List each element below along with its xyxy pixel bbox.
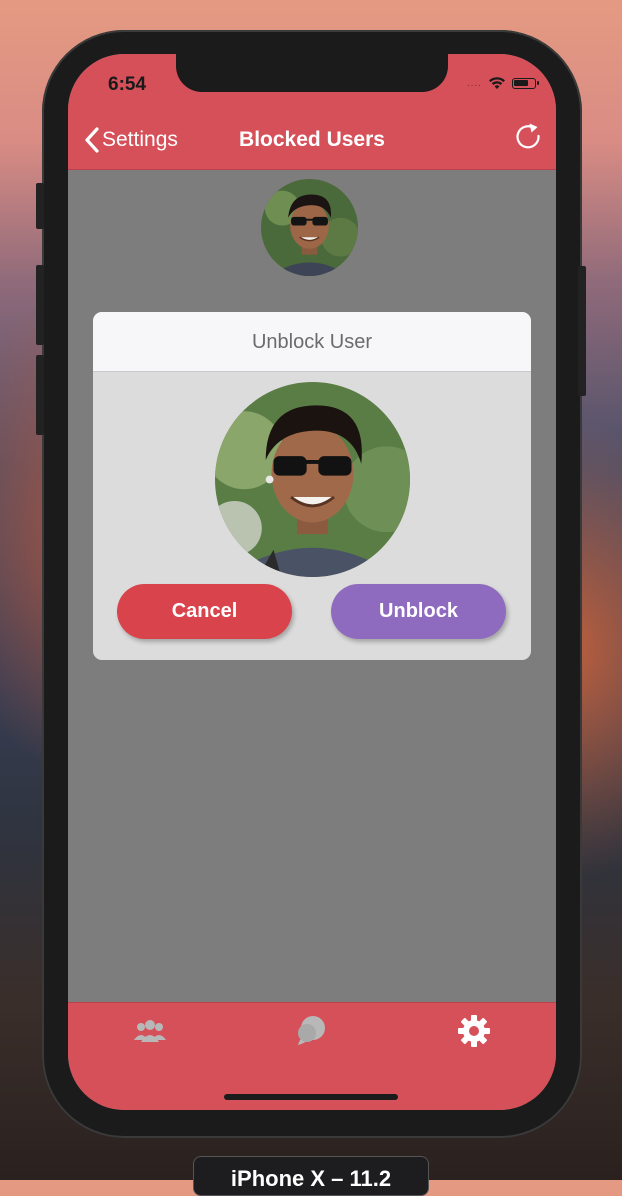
page-title: Blocked Users <box>239 128 385 151</box>
mute-switch <box>36 183 44 229</box>
dialog-title: Unblock User <box>93 312 531 372</box>
volume-down-button <box>36 355 44 435</box>
notch <box>176 54 448 92</box>
unblock-user-dialog: Unblock User Cancel Unblock <box>93 312 531 660</box>
home-indicator[interactable] <box>224 1094 398 1100</box>
app-screen: 6:54 .... Settings Blocked Users Unblock… <box>68 54 556 1110</box>
unblock-button[interactable]: Unblock <box>331 584 506 639</box>
refresh-icon[interactable] <box>512 120 544 152</box>
tab-settings[interactable] <box>452 1011 496 1051</box>
blocked-user-avatar[interactable] <box>261 179 358 276</box>
wifi-icon <box>489 77 505 89</box>
status-icons: .... <box>466 76 539 90</box>
status-time: 6:54 <box>108 74 147 95</box>
chat-bubble-icon <box>298 1016 325 1045</box>
dialog-user-avatar <box>215 382 410 577</box>
power-button <box>578 266 586 396</box>
contacts-icon <box>134 1020 166 1042</box>
battery-icon <box>512 77 539 89</box>
simulator-device-label: iPhone X – 11.2 <box>193 1156 429 1196</box>
signal-dots: .... <box>466 77 482 89</box>
cancel-button[interactable]: Cancel <box>117 584 292 639</box>
volume-up-button <box>36 265 44 345</box>
tab-chats[interactable] <box>290 1011 334 1051</box>
tab-contacts[interactable] <box>128 1011 172 1051</box>
gear-icon <box>458 1015 490 1047</box>
